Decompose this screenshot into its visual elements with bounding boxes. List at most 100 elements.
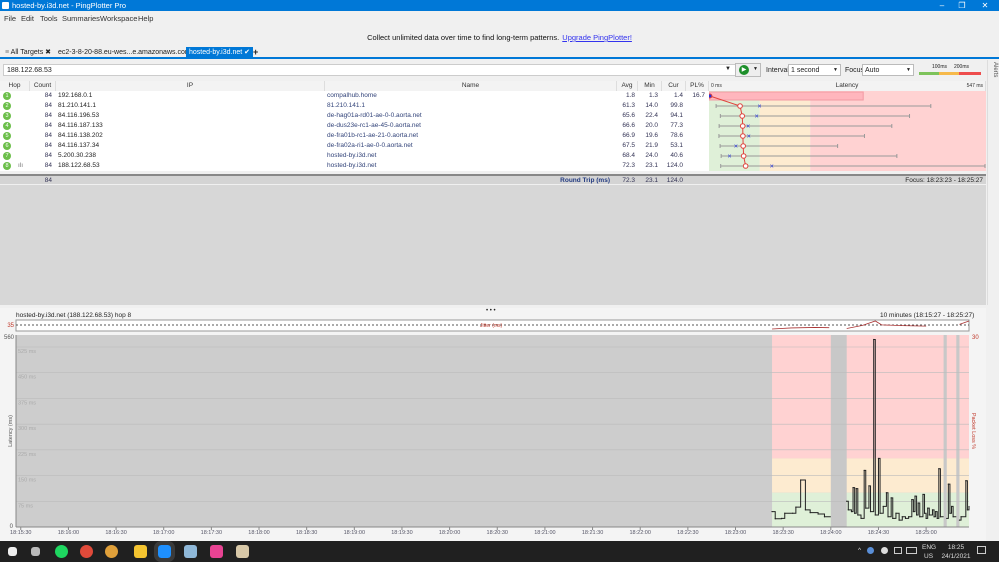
avg-latency-point[interactable]	[739, 113, 746, 119]
hop-name: hosted-by.i3d.net	[327, 162, 377, 169]
hop-number-badge: 4	[3, 122, 11, 130]
latency-sample-point	[927, 507, 929, 509]
col-hop[interactable]: Hop	[0, 81, 30, 91]
hop-row[interactable]: 2 84 81.210.141.1 81.210.141.1 61.3 14.0 …	[0, 101, 709, 111]
steam-icon[interactable]	[867, 547, 874, 554]
col-cur[interactable]: Cur	[662, 81, 686, 91]
keyboard-icon[interactable]	[906, 547, 917, 554]
tab-amazonaws[interactable]: ec2-3-8-20-88.eu-wes...e.amazonaws.com ✔	[55, 47, 202, 58]
interval-select[interactable]: 1 second ▼	[788, 64, 841, 76]
hop-ip: 84.116.196.53	[58, 112, 100, 119]
hop-number-badge: 6	[3, 142, 11, 150]
menu-file[interactable]: File	[4, 14, 16, 23]
tab-all-targets[interactable]: ≡ All Targets ✖	[2, 47, 54, 58]
add-tab-button[interactable]: +	[250, 47, 261, 58]
packet-loss-bar	[709, 91, 864, 101]
hop-row[interactable]: 7 84 5.200.30.238 hosted-by.i3d.net 68.4 …	[0, 151, 709, 161]
latency-sample-point	[784, 512, 786, 514]
menu-help[interactable]: Help	[138, 14, 153, 23]
start-icon[interactable]	[8, 547, 17, 556]
hop-row[interactable]: 6 84 84.116.137.34 de-fra02a-ri1-ae-0-0.a…	[0, 141, 709, 151]
tab-hosted-by-i3d[interactable]: hosted-by.i3d.net ✔	[186, 47, 254, 58]
latency-sample-point	[952, 516, 954, 518]
col-ip[interactable]: IP	[56, 81, 325, 91]
hop-count: 84	[44, 142, 52, 149]
latency-sample-point	[887, 516, 889, 518]
avg-latency-point[interactable]	[709, 93, 713, 99]
hop-row[interactable]: 1 84 192.168.0.1 compalhub.home 1.8 1.3 1…	[0, 91, 709, 101]
chrome-profile-icon[interactable]	[105, 545, 118, 558]
spotify-icon[interactable]	[55, 545, 68, 558]
avg-latency-point[interactable]	[739, 123, 746, 129]
hop-row[interactable]: 3 84 84.116.196.53 de-hag01a-rd01-ae-0-0.…	[0, 111, 709, 121]
col-avg[interactable]: Avg	[617, 81, 638, 91]
latency-sample-point	[874, 514, 876, 516]
security-icon[interactable]	[881, 547, 888, 554]
language-indicator[interactable]: ENG	[922, 544, 936, 551]
address-dropdown-arrow-icon[interactable]: ▼	[725, 66, 731, 72]
hop-count: 84	[44, 162, 52, 169]
network-icon[interactable]	[894, 547, 902, 554]
hop-cur: 78.6	[670, 132, 683, 139]
file-explorer-icon[interactable]	[134, 545, 147, 558]
hop-row[interactable]: 8 ılı 84 188.122.68.53 hosted-by.i3d.net 7…	[0, 161, 709, 171]
chrome-icon[interactable]	[80, 545, 93, 558]
hop-name: compalhub.home	[327, 92, 377, 99]
notifications-icon[interactable]	[977, 546, 986, 554]
menu-tools[interactable]: Tools	[40, 14, 58, 23]
avg-latency-point[interactable]	[742, 163, 749, 169]
start-trace-button[interactable]: ▶ ▼	[735, 63, 761, 77]
notepad-icon[interactable]	[184, 545, 197, 558]
menu-summaries[interactable]: Summaries	[62, 14, 100, 23]
region-indicator[interactable]: US	[924, 553, 933, 560]
latency-sample-point	[865, 507, 867, 509]
hop-row[interactable]: 5 84 84.116.138.202 de-fra01b-rc1-ae-21-0…	[0, 131, 709, 141]
latency-sample-point	[879, 512, 881, 514]
col-count[interactable]: Count	[30, 81, 56, 91]
target-address-input[interactable]: 188.122.68.53	[3, 64, 761, 76]
menu-edit[interactable]: Edit	[21, 14, 34, 23]
task-view-icon[interactable]	[31, 547, 40, 556]
y-tick-label: 75 ms	[18, 503, 33, 509]
paint3d-icon[interactable]	[210, 545, 223, 558]
paint-icon[interactable]	[236, 545, 249, 558]
current-latency-marker: ×	[728, 154, 732, 161]
current-latency-marker: ×	[755, 114, 759, 121]
latency-timeline-chart[interactable]: 35 Jitter (ms) 525 ms 450 ms 375 ms 300 ms 225…	[0, 308, 986, 541]
avg-latency-point[interactable]	[740, 133, 746, 139]
hop-pl: 16.7	[692, 92, 705, 99]
clock-date[interactable]: 24/1/2021	[940, 553, 972, 560]
hop-row[interactable]: 4 84 84.116.187.133 de-dus23e-rc1-ae-45-0…	[0, 121, 709, 131]
latency-sample-point	[895, 512, 897, 514]
col-min[interactable]: Min	[638, 81, 662, 91]
packet-loss-gap	[956, 335, 960, 527]
hop-name: de-dus23e-rc1-ae-45-0.aorta.net	[327, 122, 421, 129]
hop-cur: 40.6	[670, 152, 683, 159]
avg-latency-point[interactable]	[740, 143, 746, 149]
col-latency-graph[interactable]: 0 ms Latency 547 ms	[709, 81, 986, 91]
current-latency-marker: ×	[770, 164, 774, 171]
x-tick-label: 18:24:30	[868, 530, 889, 536]
minimize-button[interactable]: –	[932, 0, 952, 11]
col-pl[interactable]: PL%	[686, 81, 709, 91]
close-icon[interactable]: ✖	[45, 49, 51, 56]
bar-chart-icon[interactable]: ılı	[18, 161, 23, 171]
alerts-panel-toggle[interactable]: Alerts	[987, 60, 999, 305]
latency-sample-point	[925, 517, 927, 520]
latency-sample-point	[850, 510, 853, 513]
menu-workspace[interactable]: Workspace	[100, 14, 137, 23]
chevron-down-icon[interactable]: ▼	[753, 66, 758, 72]
col-name[interactable]: Name	[325, 81, 617, 91]
upgrade-link[interactable]: Upgrade PingPlotter!	[562, 33, 632, 42]
restore-button[interactable]: ❐	[952, 0, 972, 11]
avg-latency-point[interactable]	[737, 103, 743, 109]
avg-latency-point[interactable]	[740, 153, 747, 159]
tray-chevron-icon[interactable]: ^	[858, 547, 861, 554]
close-button[interactable]: ✕	[975, 0, 995, 11]
clock-time[interactable]: 18:25	[945, 544, 967, 551]
pingplotter-icon[interactable]	[154, 541, 175, 562]
x-tick-label: 18:20:30	[487, 530, 508, 536]
hop-ip: 5.200.30.238	[58, 152, 96, 159]
focus-select[interactable]: Auto ▼	[862, 64, 914, 76]
latency-sample-point	[877, 457, 880, 460]
